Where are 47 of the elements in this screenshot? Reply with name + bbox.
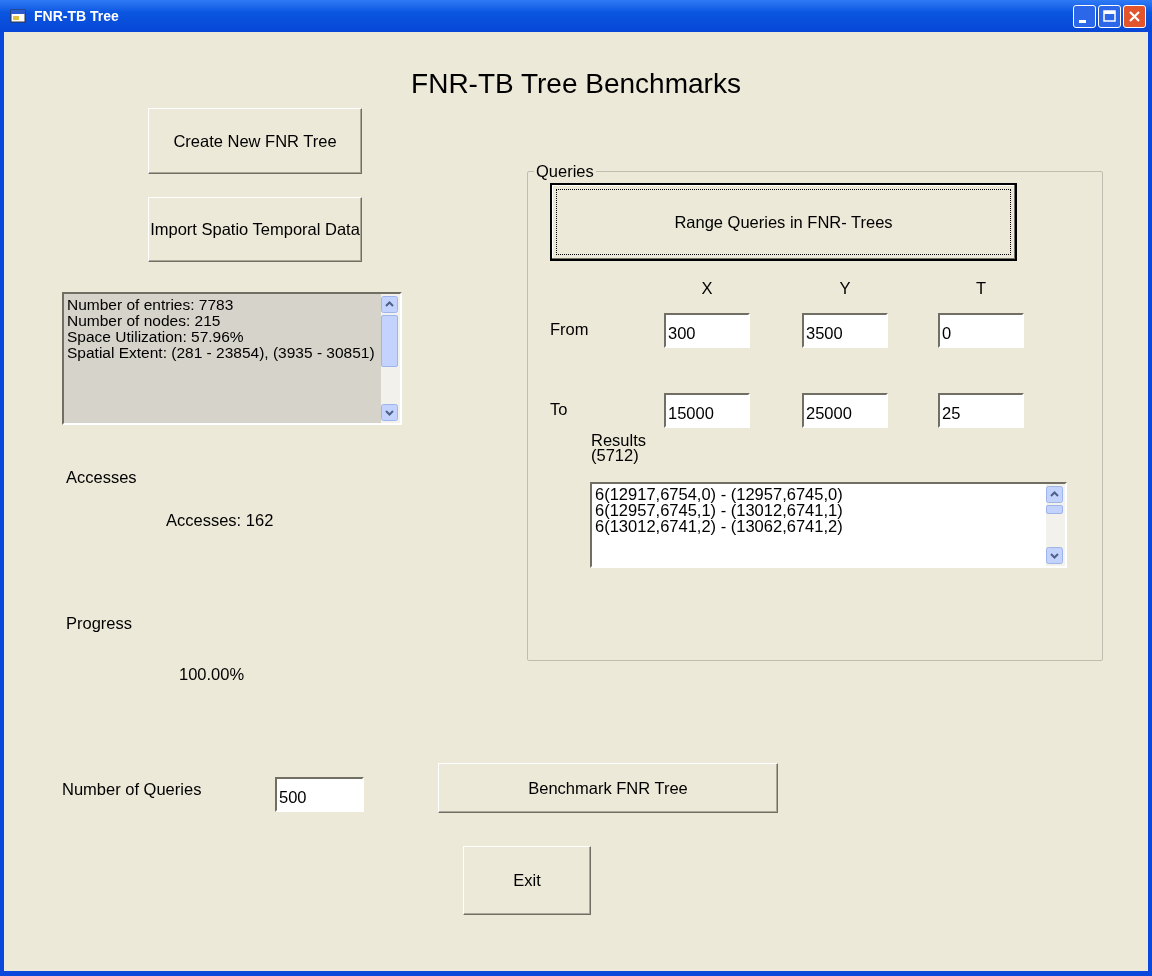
exit-button[interactable]: Exit — [463, 846, 591, 915]
form-heading: FNR-TB Tree Benchmarks — [410, 68, 742, 101]
create-tree-button[interactable]: Create New FNR Tree — [148, 108, 362, 174]
scroll-up-icon[interactable] — [1046, 486, 1063, 503]
stats-line: Number of entries: 7783 — [67, 297, 235, 313]
accesses-value: Accesses: 162 — [166, 511, 274, 530]
input-field[interactable]: 300 — [664, 313, 750, 348]
minimize-icon — [1079, 19, 1086, 23]
input-field[interactable]: 25 — [938, 393, 1024, 428]
scroll-thumb[interactable] — [381, 315, 398, 368]
window-icon — [10, 9, 26, 23]
scrollbar[interactable] — [381, 294, 400, 423]
input-field[interactable]: 0 — [938, 313, 1024, 348]
minimize-button[interactable] — [1073, 4, 1096, 28]
column-heading: T — [974, 278, 988, 299]
column-heading: X — [700, 278, 714, 299]
scroll-down-icon[interactable] — [1046, 547, 1063, 564]
close-button[interactable] — [1123, 4, 1146, 28]
progress-label: Progress — [66, 614, 133, 633]
stats-line: Spatial Extent: (281 - 23854), (3935 - 30851) — [67, 345, 376, 361]
input-field[interactable]: 15000 — [664, 393, 750, 428]
progress-value: 100.00% — [179, 665, 245, 684]
input-field[interactable]: 3500 — [802, 313, 888, 348]
stats-line: Space Utilization: 57.96% — [67, 329, 245, 345]
row-label: To — [550, 399, 569, 419]
queries-count-label: Number of Queries — [62, 779, 203, 799]
stats-textbox[interactable]: Number of entries: 7783 Number of nodes: 215 Space Utilization: 57.96% Spatial Extent: (281 - 23854), (3935 - 30851) — [62, 292, 402, 425]
window-title: FNR-TB Tree — [34, 8, 119, 24]
row-label: From — [550, 319, 590, 339]
scroll-down-icon[interactable] — [381, 404, 398, 421]
scroll-up-icon[interactable] — [381, 296, 398, 313]
range-queries-button[interactable]: Range Queries in FNR- Trees — [550, 183, 1017, 261]
column-heading: Y — [838, 278, 852, 299]
scroll-thumb[interactable] — [1046, 505, 1063, 514]
input-field[interactable]: 25000 — [802, 393, 888, 428]
benchmark-button[interactable]: Benchmark FNR Tree — [438, 763, 778, 813]
import-data-button[interactable]: Import Spatio Temporal Data — [148, 197, 362, 262]
stats-line: Number of nodes: 215 — [67, 313, 222, 329]
results-count: (5712) — [591, 448, 640, 463]
maximize-button[interactable] — [1098, 4, 1121, 28]
result-item[interactable]: 6(13012,6741,2) - (13062,6741,2) — [595, 518, 1044, 534]
results-label: Results — [591, 433, 648, 448]
accesses-label: Accesses — [66, 468, 137, 487]
scrollbar[interactable] — [1046, 484, 1065, 566]
queries-count-field[interactable]: 500 — [275, 777, 364, 812]
results-list[interactable]: 6(12917,6754,0) - (12957,6745,0) 6(12957,6745,1) - (13012,6741,1) 6(13012,6741,2) - (13062,6741,2) — [590, 482, 1067, 568]
group-legend: Queries — [534, 162, 596, 181]
